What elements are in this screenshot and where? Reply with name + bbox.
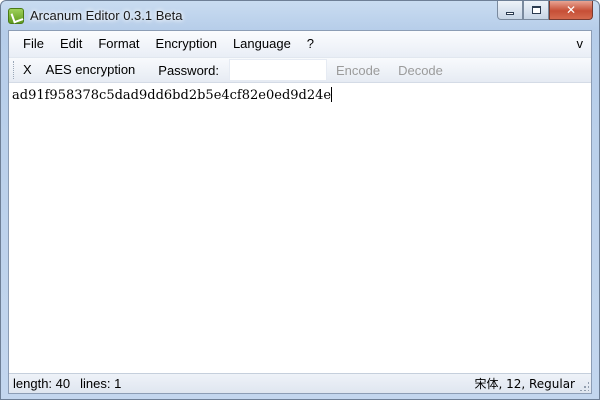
title-bar[interactable]: Arcanum Editor 0.3.1 Beta ✕ <box>1 1 599 30</box>
decode-button[interactable]: Decode <box>389 63 452 78</box>
window-title: Arcanum Editor 0.3.1 Beta <box>30 8 183 23</box>
menu-language[interactable]: Language <box>225 31 299 57</box>
caption-buttons: ✕ <box>497 1 593 20</box>
maximize-icon <box>531 6 541 14</box>
password-label: Password: <box>158 62 219 78</box>
status-font: 宋体, 12, Regular <box>474 377 575 391</box>
menu-encryption[interactable]: Encryption <box>148 31 225 57</box>
menu-edit[interactable]: Edit <box>52 31 90 57</box>
minimize-button[interactable] <box>497 1 523 20</box>
text-editor[interactable]: ad91f958378c5dad9dd6bd2b5e4cf82e0ed9d24e <box>9 83 591 373</box>
encode-button[interactable]: Encode <box>327 63 389 78</box>
resize-grip-icon[interactable] <box>579 381 589 391</box>
menu-bar: File Edit Format Encryption Language ? v <box>9 31 591 57</box>
menu-file[interactable]: File <box>15 31 52 57</box>
status-bar: length: 40 lines: 1 宋体, 12, Regular <box>9 373 591 393</box>
close-button[interactable]: ✕ <box>549 1 593 20</box>
text-caret <box>331 87 333 102</box>
encryption-toolbar: X AES encryption Password: Encode Decode <box>9 57 591 83</box>
menu-format[interactable]: Format <box>90 31 147 57</box>
menu-help[interactable]: ? <box>299 31 322 57</box>
app-window: Arcanum Editor 0.3.1 Beta ✕ File Edit Fo… <box>0 0 600 400</box>
status-length: length: 40 <box>13 376 71 391</box>
toolbar-close-button[interactable]: X <box>16 58 39 82</box>
app-logo-icon <box>8 8 24 24</box>
password-input[interactable] <box>228 59 327 81</box>
minimize-icon <box>506 11 514 15</box>
editor-content: ad91f958378c5dad9dd6bd2b5e4cf82e0ed9d24e <box>12 88 332 103</box>
close-icon: ✕ <box>565 3 577 17</box>
menu-overflow-chevron[interactable]: v <box>577 31 584 57</box>
encryption-mode-label: AES encryption <box>45 62 136 77</box>
maximize-button[interactable] <box>523 1 549 20</box>
status-lines: lines: 1 <box>80 376 122 391</box>
client-area: File Edit Format Encryption Language ? v… <box>8 30 592 394</box>
